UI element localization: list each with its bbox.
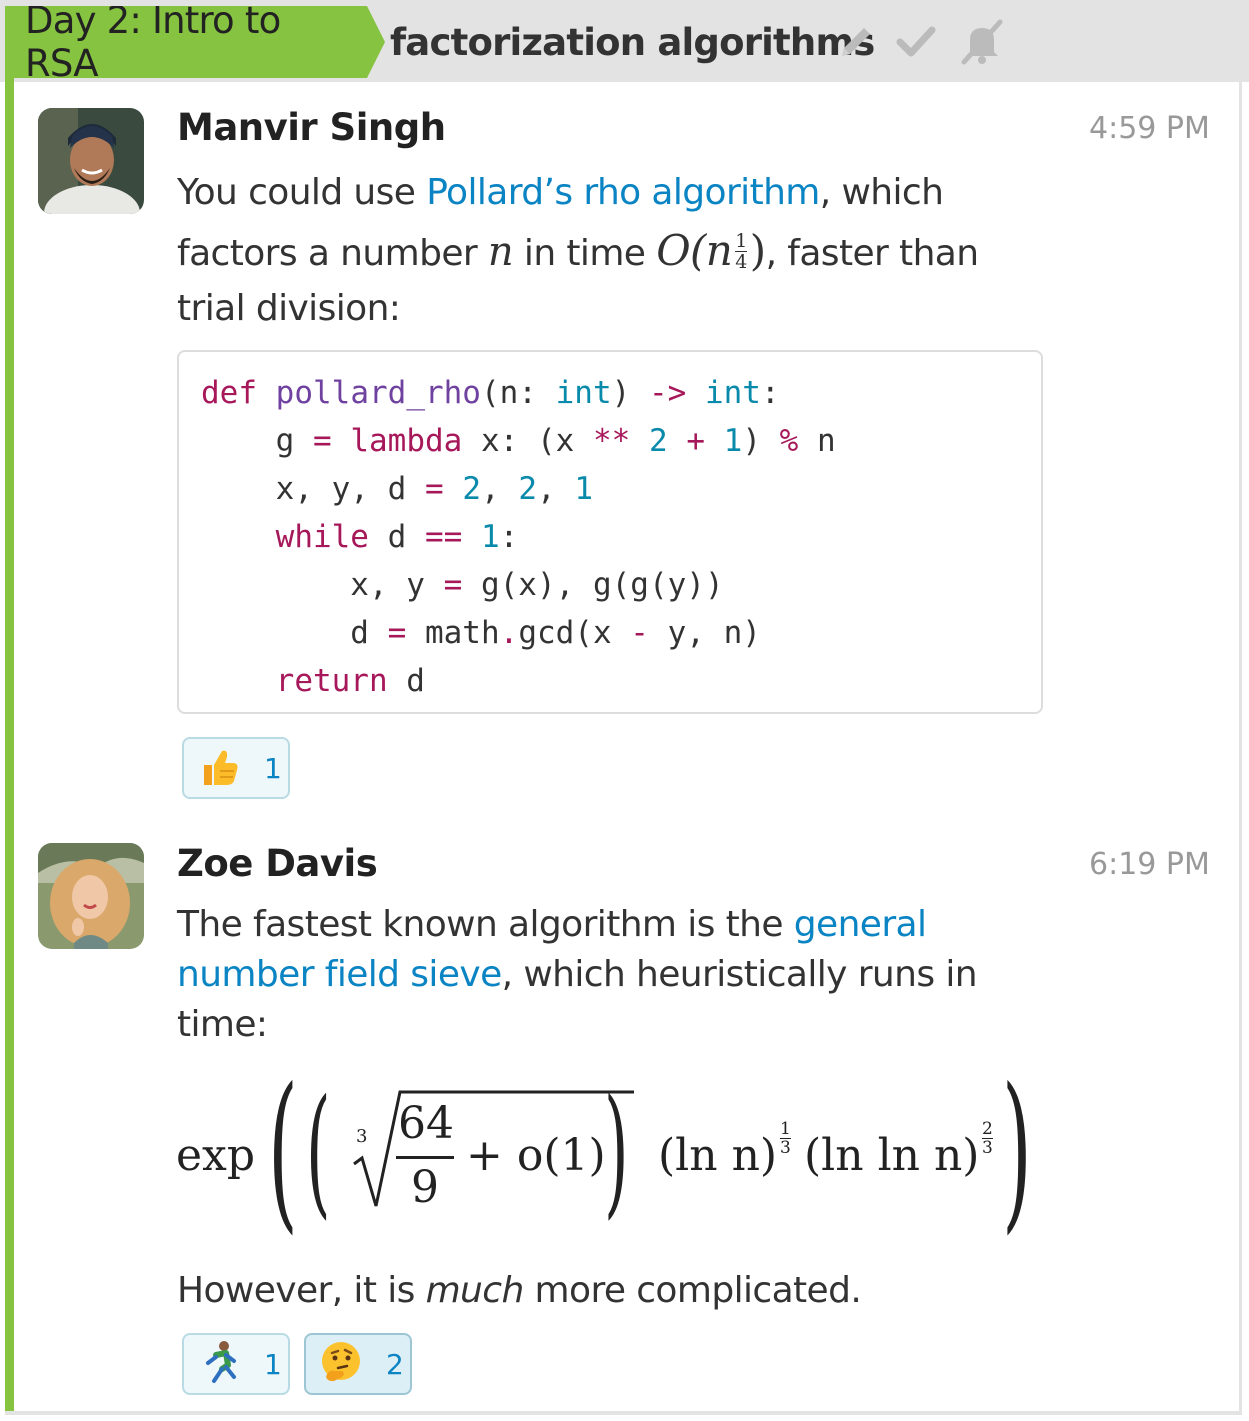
mute-icon[interactable] xyxy=(958,18,1006,66)
gnfs-link-part1[interactable]: general xyxy=(794,904,927,945)
thinking-face-icon xyxy=(318,1339,364,1389)
sender-name[interactable]: Manvir Singh xyxy=(177,106,446,149)
gnfs-link-part2[interactable]: number field sieve xyxy=(177,954,502,995)
fraction-den: 9 xyxy=(411,1162,439,1213)
code-block: def pollard_rho(n: int) -> int: g = lamb… xyxy=(177,350,1043,714)
reaction-count: 1 xyxy=(264,1347,282,1381)
border-bottom xyxy=(5,1411,1242,1415)
ln-n: (ln n) xyxy=(658,1130,778,1181)
code-line: while d == 1: xyxy=(275,519,519,555)
message-view: Day 2: Intro to RSA factorization algori… xyxy=(0,0,1249,1421)
ln-ln-n: (ln ln n) xyxy=(804,1130,980,1181)
reaction-thinking[interactable]: 2 xyxy=(304,1333,412,1395)
text: , which xyxy=(819,172,944,213)
code-line: def pollard_rho(n: int) -> int: xyxy=(201,375,780,411)
stream-color-bar xyxy=(5,78,14,1412)
pencil-icon[interactable] xyxy=(836,20,874,64)
topic-label: factorization algorithms xyxy=(390,20,875,64)
formula-paren: ) xyxy=(604,1070,629,1233)
text: more complicated. xyxy=(523,1270,862,1311)
message-time[interactable]: 6:19 PM xyxy=(1089,847,1210,882)
avatar[interactable] xyxy=(38,843,144,949)
text: The fastest known algorithm is the xyxy=(177,904,794,945)
text: factors a number xyxy=(177,233,488,274)
message-content: The fastest known algorithm is the gener… xyxy=(177,900,1037,1050)
exponent-1: 1 3 xyxy=(780,1120,791,1157)
math-text: ) xyxy=(749,226,766,275)
reaction-thumbs-up[interactable]: 1 xyxy=(182,737,290,799)
fraction-den: 4 xyxy=(735,251,747,273)
fraction-bar xyxy=(396,1156,454,1159)
message-line: However, it is much more complicated. xyxy=(177,1262,1037,1320)
message-line: factors a number n in time O(n 1 4), faste… xyxy=(177,222,1037,280)
math-variable: n xyxy=(487,229,514,275)
thumbs-up-icon xyxy=(196,743,242,793)
stream-name[interactable]: Day 2: Intro to RSA xyxy=(5,6,385,78)
exponent-den: 3 xyxy=(780,1138,791,1158)
formula-paren: ( xyxy=(306,1070,331,1233)
math-text: O(n xyxy=(656,226,733,275)
border-right xyxy=(1239,78,1242,1412)
exponent-den: 3 xyxy=(982,1138,993,1158)
stream-label: Day 2: Intro to RSA xyxy=(25,0,281,85)
formula-paren: ) xyxy=(1002,1052,1032,1250)
topic-name[interactable]: factorization algorithms xyxy=(390,6,875,78)
fraction-num: 1 xyxy=(735,230,747,252)
message-line: time: xyxy=(177,1004,268,1045)
check-icon[interactable] xyxy=(896,20,936,64)
code-line: d = math.gcd(x - y, n) xyxy=(201,615,761,651)
sender-name[interactable]: Zoe Davis xyxy=(177,842,378,885)
topic-actions xyxy=(836,18,1006,66)
plus-o1: + o(1) xyxy=(466,1130,606,1181)
exponent-2: 2 3 xyxy=(982,1120,993,1157)
text: , which heuristically runs in xyxy=(501,954,978,995)
fraction-num: 64 xyxy=(398,1098,454,1149)
pollards-rho-link[interactable]: Pollard’s rho algorithm xyxy=(426,172,820,213)
code-line: g = lambda x: (x ** 2 + 1) % n xyxy=(201,423,836,459)
text: However, it is xyxy=(177,1270,426,1311)
code-line: x, y = g(x), g(g(y)) xyxy=(201,567,724,603)
running-person-icon xyxy=(196,1339,242,1389)
avatar[interactable] xyxy=(38,108,144,214)
math-fraction: 14 xyxy=(735,231,747,272)
reaction-running[interactable]: 1 xyxy=(182,1333,290,1395)
text: You could use xyxy=(177,172,427,213)
emphasis: much xyxy=(425,1270,525,1311)
message-line: trial division: xyxy=(177,288,401,329)
reaction-count: 1 xyxy=(264,751,282,785)
code-line: return d xyxy=(275,663,425,699)
text: in time xyxy=(513,233,657,274)
reaction-count: 2 xyxy=(386,1347,404,1381)
gnfs-formula: exp ( ( 3 64 9 + o(1) ) (ln n) 1 3 (ln l… xyxy=(176,1066,1046,1240)
text: , faster than xyxy=(765,233,980,274)
root-index: 3 xyxy=(356,1126,368,1147)
exponent-num: 2 xyxy=(982,1119,993,1139)
message-line: You could use Pollard’s rho algorithm, w… xyxy=(177,164,1037,222)
formula-paren: ( xyxy=(268,1052,298,1250)
recipient-bar: Day 2: Intro to RSA factorization algori… xyxy=(0,0,1249,82)
message-line: number field sieve, which heuristically … xyxy=(177,950,1037,1000)
message-content: You could use Pollard’s rho algorithm, w… xyxy=(177,164,1037,338)
exponent-num: 1 xyxy=(780,1119,791,1139)
math-expression: O(n 1 4) xyxy=(656,226,766,275)
message-time[interactable]: 4:59 PM xyxy=(1089,111,1210,146)
message-line: The fastest known algorithm is the gener… xyxy=(177,900,1037,950)
code-line: x, y, d = 2, 2, 1 xyxy=(201,471,593,507)
formula-exp: exp xyxy=(176,1130,256,1181)
